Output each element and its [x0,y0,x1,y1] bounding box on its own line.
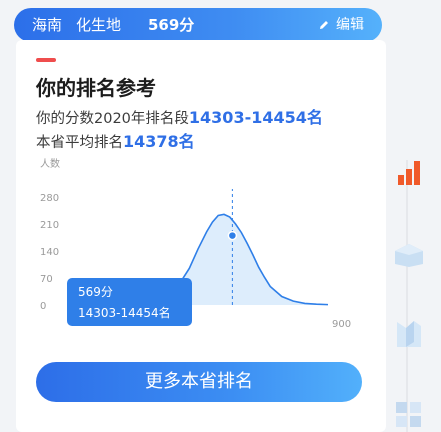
accent-dash [36,58,56,62]
cube-icon[interactable] [392,242,426,268]
avg-rank-prefix: 本省平均排名 [36,135,123,151]
rank-range-prefix: 你的分数2020年排名段 [36,111,189,127]
rank-range-value: 14303-14454名 [188,108,323,127]
avg-rank-value: 14378名 [123,132,195,151]
x-tick-label: 900 [332,319,351,330]
header-bar: 海南 化生地 569分 编辑 [14,8,382,42]
y-tick-label: 280 [40,193,59,204]
grid-icon[interactable] [394,400,424,430]
province-label: 海南 [32,16,63,34]
score-label: 569分 [148,16,195,34]
y-tick-label: 140 [40,247,59,258]
rank-range-line: 你的分数2020年排名段14303-14454名 [36,104,323,128]
right-rail-divider [406,160,408,432]
card-title: 你的排名参考 [36,76,156,100]
tooltip-rank: 14303-14454名 [78,305,171,320]
subjects-label: 化生地 [76,16,122,34]
y-tick-label: 0 [40,301,46,312]
distribution-chart: 人数 280 210 140 70 0 900 569分 14303-14454名 [40,157,351,330]
bar-chart-icon[interactable] [394,158,424,188]
edit-button[interactable]: 编辑 [318,8,364,42]
avg-rank-line: 本省平均排名14378名 [36,128,195,152]
pencil-icon [320,21,328,29]
more-province-rank-button[interactable]: 更多本省排名 [36,362,362,402]
y-tick-label: 210 [40,220,59,231]
y-tick-label: 70 [40,274,53,285]
score-marker [227,230,238,241]
edit-label: 编辑 [336,17,364,33]
y-axis-label: 人数 [40,157,60,170]
map-icon[interactable] [394,318,424,350]
tooltip-score: 569分 [78,285,113,299]
